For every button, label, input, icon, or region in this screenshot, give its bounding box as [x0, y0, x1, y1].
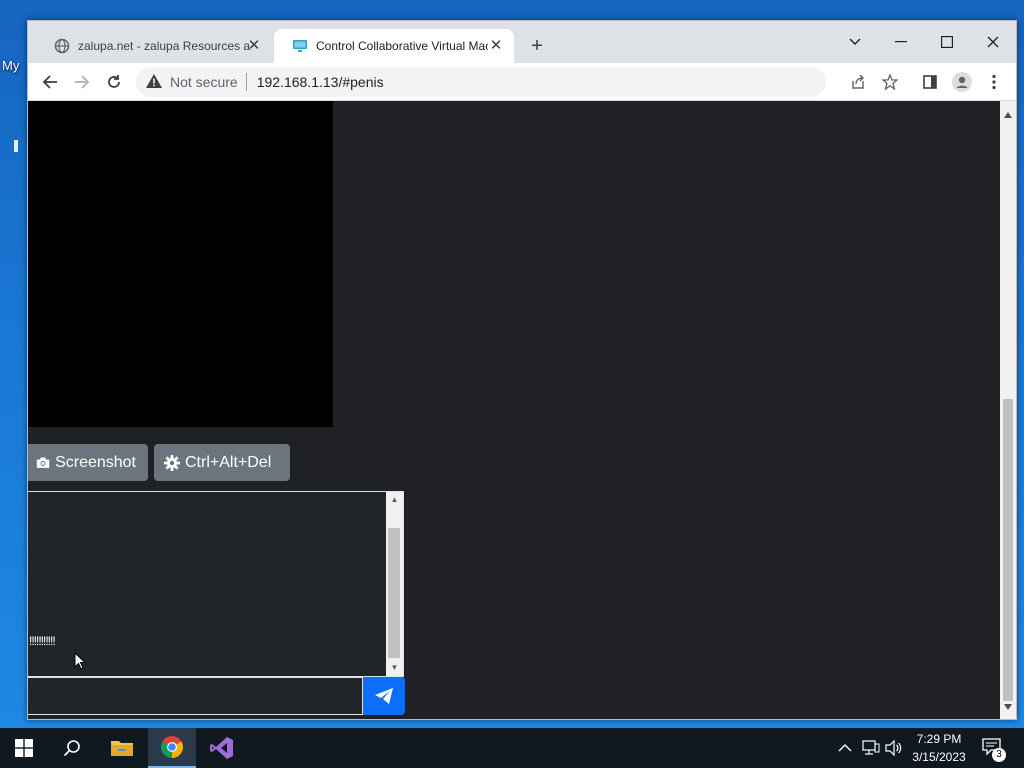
screenshot-label: Screenshot [55, 453, 136, 471]
scroll-up-icon[interactable] [1004, 105, 1012, 123]
ctrl-alt-del-button[interactable]: Ctrl+Alt+Del [154, 444, 290, 481]
scroll-down-icon[interactable] [1004, 697, 1012, 715]
url-text[interactable]: 192.168.1.13/#penis [257, 74, 384, 90]
share-icon[interactable] [848, 72, 868, 92]
page-scroll-thumb[interactable] [1003, 399, 1013, 701]
chat-input[interactable] [28, 677, 363, 715]
chrome-icon [161, 736, 183, 758]
menu-kebab-icon[interactable] [984, 72, 1004, 92]
omnibox-divider [245, 73, 247, 91]
chevron-up-icon[interactable] [838, 740, 852, 758]
search-button[interactable] [48, 728, 96, 768]
forward-arrow-icon[interactable] [70, 71, 94, 93]
close-window-button[interactable] [970, 27, 1016, 57]
visual-studio-button[interactable] [198, 728, 246, 768]
file-explorer-button[interactable] [98, 728, 146, 768]
vm-display[interactable] [28, 101, 333, 427]
send-button[interactable] [363, 677, 405, 715]
system-clock[interactable]: 7:29 PM 3/15/2023 [904, 730, 974, 766]
clock-time: 7:29 PM [916, 732, 962, 746]
maximize-button[interactable] [924, 27, 970, 57]
taskbar: 7:29 PM 3/15/2023 3 [0, 728, 1024, 768]
globe-icon [54, 38, 70, 54]
profile-avatar-icon[interactable] [952, 72, 972, 92]
close-tab-icon[interactable]: ✕ [246, 38, 262, 54]
network-icon[interactable] [862, 740, 880, 761]
camera-icon [36, 457, 50, 468]
folder-icon [111, 741, 133, 756]
browser-window: zalupa.net - zalupa Resources and ✕ Cont… [27, 20, 1017, 720]
chat-message: !!!!!!!!!!! [29, 634, 56, 648]
paper-plane-icon [375, 688, 393, 704]
scroll-up-icon[interactable]: ▲ [386, 492, 403, 508]
visual-studio-icon [210, 737, 233, 759]
page-scrollbar[interactable] [1000, 101, 1016, 719]
tab-title: Control Collaborative Virtual Machine [316, 39, 488, 53]
desktop-icon-fragment [14, 140, 18, 152]
bookmark-star-icon[interactable] [880, 72, 900, 92]
browser-toolbar: Not secure 192.168.1.13/#penis [28, 63, 1016, 101]
gear-icon [164, 454, 180, 471]
start-button[interactable] [0, 728, 48, 768]
chat-scroll-thumb[interactable] [388, 528, 400, 658]
page-content: Screenshot Ctrl+Alt+Del !!!!!!!!!!! ▲ ▼ [28, 101, 1000, 719]
notification-count-badge: 3 [992, 748, 1006, 762]
clock-date: 3/15/2023 [912, 750, 966, 764]
tab-zalupa[interactable]: zalupa.net - zalupa Resources and ✕ [36, 29, 272, 63]
close-tab-icon[interactable]: ✕ [488, 38, 504, 54]
tab-control-vm[interactable]: Control Collaborative Virtual Machine ✕ [274, 29, 514, 63]
chat-log[interactable]: !!!!!!!!!!! ▲ ▼ [28, 491, 404, 677]
new-tab-button[interactable]: + [526, 35, 548, 57]
chat-scrollbar[interactable]: ▲ ▼ [386, 492, 403, 676]
reload-icon[interactable] [102, 71, 126, 93]
ctrl-alt-del-label: Ctrl+Alt+Del [185, 453, 272, 471]
action-center-button[interactable]: 3 [980, 736, 1006, 762]
search-icon [63, 740, 80, 757]
chrome-taskbar-button[interactable] [148, 728, 196, 768]
mouse-cursor-icon [74, 652, 86, 670]
tab-strip: zalupa.net - zalupa Resources and ✕ Cont… [28, 21, 1016, 63]
tab-search-icon[interactable] [832, 27, 878, 57]
screenshot-button[interactable]: Screenshot [28, 444, 148, 481]
warning-icon[interactable] [146, 73, 162, 91]
security-label[interactable]: Not secure [170, 74, 238, 90]
scroll-down-icon[interactable]: ▼ [386, 660, 403, 676]
back-arrow-icon[interactable] [38, 71, 62, 93]
windows-logo-icon [15, 739, 33, 757]
monitor-icon [292, 38, 308, 54]
volume-icon[interactable] [885, 739, 903, 761]
side-panel-icon[interactable] [920, 72, 940, 92]
desktop-icon-label[interactable]: My [2, 58, 19, 73]
minimize-button[interactable] [878, 27, 924, 57]
tab-title: zalupa.net - zalupa Resources and [78, 39, 250, 53]
address-bar[interactable]: Not secure 192.168.1.13/#penis [136, 67, 826, 97]
